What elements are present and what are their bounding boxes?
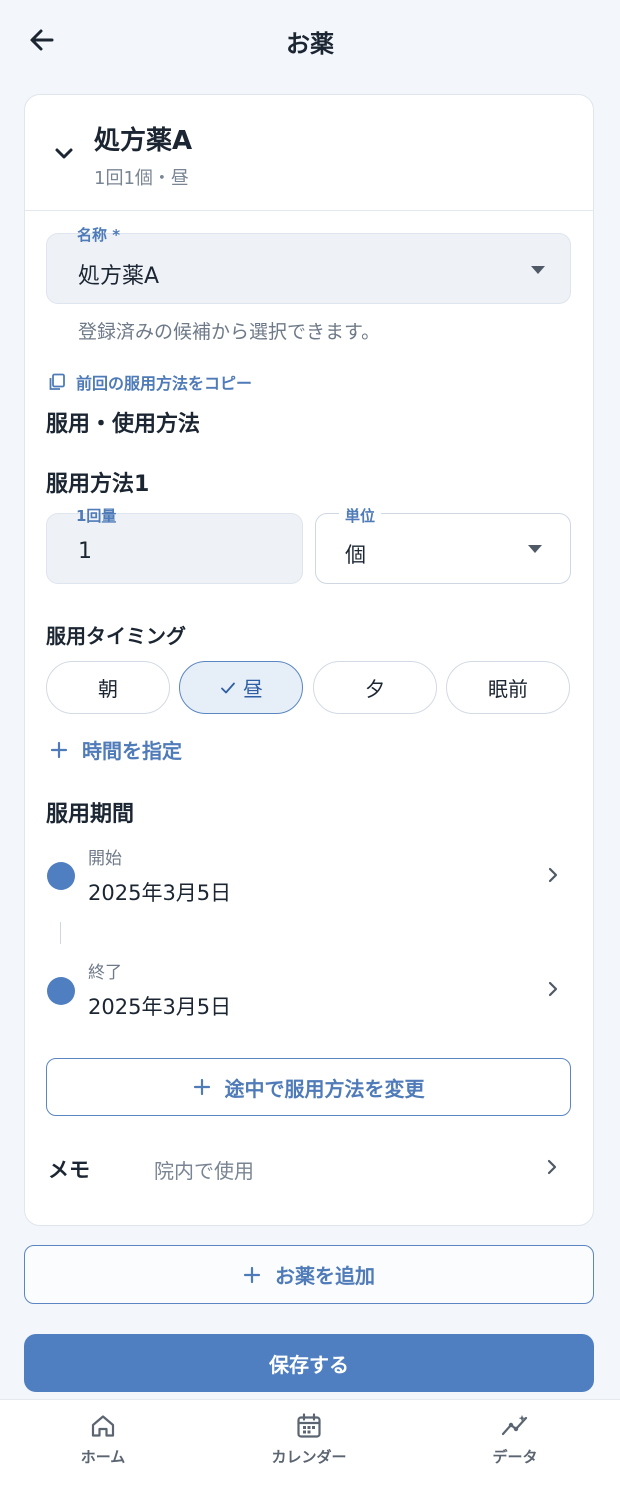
nav-home[interactable]: ホーム bbox=[33, 1412, 173, 1467]
copy-previous-label: 前回の服用方法をコピー bbox=[76, 374, 253, 393]
plus-icon bbox=[50, 741, 68, 758]
dose-value: 1 bbox=[78, 539, 92, 564]
change-method-label: 途中で服用方法を変更 bbox=[224, 1076, 425, 1101]
period-connector bbox=[60, 922, 61, 944]
change-method-button[interactable]: 途中で服用方法を変更 bbox=[46, 1058, 571, 1116]
start-label: 開始 bbox=[88, 849, 122, 869]
end-label: 終了 bbox=[88, 963, 122, 983]
timing-chip-label: 昼 bbox=[243, 677, 263, 701]
end-date-row[interactable]: 終了 2025年3月5日 bbox=[88, 958, 570, 1038]
card-divider bbox=[25, 210, 593, 211]
nav-data-label: データ bbox=[492, 1448, 538, 1466]
plus-icon bbox=[193, 1078, 210, 1096]
name-helper-text: 登録済みの候補から選択できます。 bbox=[78, 321, 381, 343]
end-date: 2025年3月5日 bbox=[88, 995, 232, 1019]
add-time-button[interactable]: 時間を指定 bbox=[50, 735, 182, 764]
timing-chip-label: 朝 bbox=[98, 677, 118, 701]
nav-calendar[interactable]: カレンダー bbox=[239, 1412, 379, 1467]
add-medication-button[interactable]: お薬を追加 bbox=[24, 1245, 594, 1304]
nav-data[interactable]: データ bbox=[445, 1412, 585, 1467]
chevron-right-icon bbox=[548, 981, 558, 997]
end-dot-icon bbox=[47, 977, 75, 1005]
calendar-icon bbox=[297, 1413, 321, 1438]
dose-label: 1回量 bbox=[76, 507, 117, 525]
memo-row[interactable]: メモ 院内で使用 bbox=[46, 1140, 571, 1196]
copy-icon bbox=[49, 373, 65, 390]
medication-title: 処方薬A bbox=[94, 126, 193, 156]
save-button[interactable]: 保存する bbox=[24, 1334, 594, 1392]
timing-chip-bedtime[interactable]: 眠前 bbox=[446, 661, 570, 714]
add-medication-label: お薬を追加 bbox=[275, 1264, 375, 1288]
bottom-navigation: ホーム カレンダー データ bbox=[0, 1399, 620, 1488]
medication-summary: 1回1個・昼 bbox=[94, 168, 189, 189]
add-time-label: 時間を指定 bbox=[82, 739, 182, 763]
name-field-label: 名称 * bbox=[77, 226, 121, 244]
timing-chip-noon[interactable]: 昼 bbox=[179, 661, 303, 714]
unit-value: 個 bbox=[345, 543, 366, 567]
unit-label: 単位 bbox=[339, 505, 382, 526]
timing-chip-label: 眠前 bbox=[488, 677, 528, 701]
usage-heading: 服用・使用方法 bbox=[46, 412, 201, 437]
method-heading: 服用方法1 bbox=[46, 472, 150, 497]
nav-home-label: ホーム bbox=[80, 1448, 126, 1466]
copy-previous-link[interactable]: 前回の服用方法をコピー bbox=[48, 370, 252, 394]
timing-chip-label: 夕 bbox=[365, 677, 385, 701]
memo-label: メモ bbox=[48, 1158, 90, 1182]
chevron-right-icon bbox=[548, 867, 558, 883]
plus-icon bbox=[243, 1266, 261, 1283]
period-heading: 服用期間 bbox=[46, 802, 135, 827]
home-icon bbox=[91, 1415, 115, 1437]
nav-calendar-label: カレンダー bbox=[271, 1448, 347, 1466]
chevron-right-icon bbox=[547, 1159, 557, 1175]
timing-chip-evening[interactable]: 夕 bbox=[313, 661, 437, 714]
collapse-button[interactable] bbox=[50, 140, 78, 168]
name-field-value: 処方薬A bbox=[78, 264, 160, 289]
start-date-row[interactable]: 開始 2025年3月5日 bbox=[88, 844, 570, 924]
page-title: お薬 bbox=[286, 30, 334, 58]
start-date: 2025年3月5日 bbox=[88, 881, 232, 905]
dropdown-caret-icon bbox=[528, 545, 542, 553]
memo-value: 院内で使用 bbox=[154, 1159, 254, 1183]
start-dot-icon bbox=[47, 862, 75, 890]
check-icon bbox=[221, 682, 235, 693]
chevron-down-icon bbox=[55, 148, 73, 159]
save-label: 保存する bbox=[269, 1352, 349, 1377]
chart-icon bbox=[501, 1415, 528, 1436]
timing-chip-morning[interactable]: 朝 bbox=[46, 661, 170, 714]
dropdown-caret-icon bbox=[531, 266, 545, 274]
timing-heading: 服用タイミング bbox=[46, 624, 186, 648]
